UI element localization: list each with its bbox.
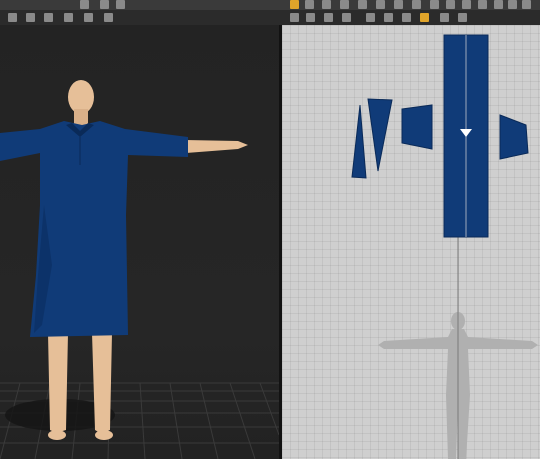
collar-piece[interactable] [401,104,433,150]
sleeve-piece-left[interactable] [351,104,367,179]
2d-pattern-scene [351,34,538,459]
3d-scene [0,80,279,459]
dart-icon[interactable] [394,0,403,9]
check-sew-icon[interactable] [324,13,333,22]
curve-icon[interactable] [322,0,331,9]
measure-icon[interactable] [522,0,531,9]
line-icon[interactable] [26,13,35,22]
select-icon[interactable] [44,13,53,22]
pattern-tool-icon[interactable] [290,0,299,9]
fabric-icon[interactable] [384,13,393,22]
layout-icon[interactable] [84,13,93,22]
3d-viewport[interactable] [0,25,279,459]
secondary-toolbar [0,10,540,25]
annotate-icon[interactable] [100,0,109,9]
graphic-icon[interactable] [458,13,467,22]
pin-icon[interactable] [116,0,125,9]
avatar-neck [74,109,88,125]
transform-icon[interactable] [440,13,449,22]
2d-pattern-viewport[interactable] [282,25,540,459]
segment-sew-icon[interactable] [290,13,299,22]
avatar-head [68,80,94,114]
circle-icon[interactable] [376,0,385,9]
texture-icon[interactable] [508,0,517,9]
avatar-arm-right [185,140,248,153]
garment-dress [0,121,188,337]
fold-icon[interactable] [446,0,455,9]
cuff-piece[interactable] [499,114,529,160]
polygon-icon[interactable] [340,0,349,9]
hole-icon[interactable] [420,13,429,22]
button-icon[interactable] [478,0,487,9]
image-icon[interactable] [64,13,73,22]
trace-icon[interactable] [342,13,351,22]
notch-icon[interactable] [412,0,421,9]
tack-icon[interactable] [462,0,471,9]
rectangle-icon[interactable] [358,0,367,9]
settings-icon[interactable] [80,0,89,9]
top-toolbar [0,0,540,10]
internal-line-icon[interactable] [402,13,411,22]
pin-2d-icon[interactable] [366,13,375,22]
grid-icon[interactable] [104,13,113,22]
free-sew-icon[interactable] [306,13,315,22]
zipper-icon[interactable] [494,0,503,9]
avatar-foot-left [48,430,66,440]
move-icon[interactable] [8,13,17,22]
edit-point-icon[interactable] [305,0,314,9]
sleeve-piece-right[interactable] [367,98,393,172]
sewing-icon[interactable] [430,0,439,9]
avatar-foot-right [95,430,113,440]
